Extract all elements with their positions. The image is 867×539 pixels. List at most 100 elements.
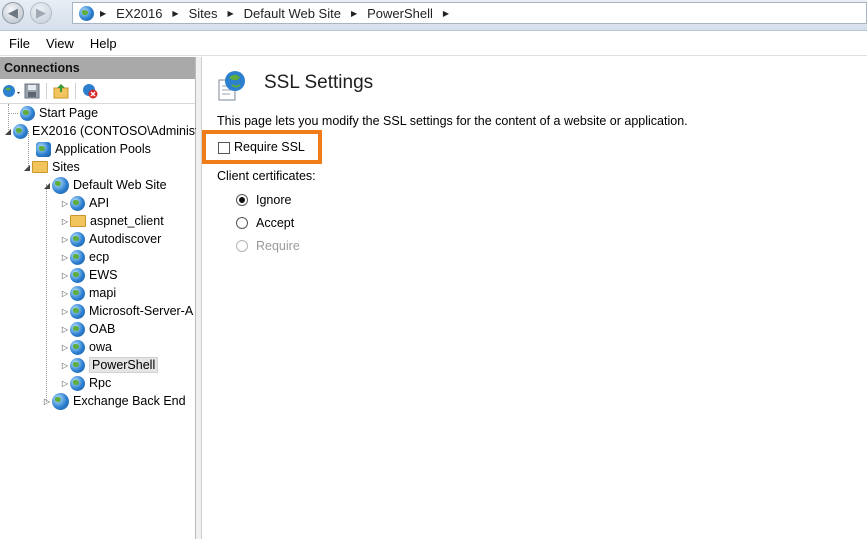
breadcrumb-item[interactable]: Sites bbox=[189, 6, 218, 21]
expand-arrow-icon[interactable]: ▷ bbox=[60, 271, 70, 280]
connections-header: Connections bbox=[0, 57, 195, 79]
tree-item-label: Rpc bbox=[89, 376, 112, 390]
disconnect-icon[interactable] bbox=[82, 83, 98, 99]
tree-item-aspnet-client[interactable]: ▷ aspnet_client bbox=[60, 212, 164, 230]
forward-button[interactable]: ▶ bbox=[30, 2, 52, 24]
tree-item-label: Sites bbox=[52, 160, 80, 174]
radio-label[interactable]: Ignore bbox=[256, 193, 291, 207]
application-pools-icon bbox=[36, 141, 51, 157]
menu-file[interactable]: File bbox=[0, 36, 37, 51]
expand-arrow-icon[interactable]: ▷ bbox=[60, 217, 70, 226]
tree-item-default-web-site[interactable]: ◢ Default Web Site bbox=[42, 176, 167, 194]
back-arrow-icon: ◀ bbox=[8, 5, 18, 20]
breadcrumb-item[interactable]: EX2016 bbox=[116, 6, 162, 21]
tree-item-start-page[interactable]: Start Page bbox=[8, 104, 98, 122]
tree-item-ecp[interactable]: ▷ ecp bbox=[60, 248, 109, 266]
application-icon bbox=[70, 303, 85, 319]
expand-arrow-icon[interactable]: ▷ bbox=[60, 379, 70, 388]
tree-item-label: EX2016 (CONTOSO\Administ bbox=[32, 124, 199, 138]
page-description: This page lets you modify the SSL settin… bbox=[217, 114, 688, 128]
radio-label[interactable]: Accept bbox=[256, 216, 294, 230]
expand-arrow-icon[interactable]: ▷ bbox=[60, 199, 70, 208]
tree-item-api[interactable]: ▷ API bbox=[60, 194, 109, 212]
tree-item-ews[interactable]: ▷ EWS bbox=[60, 266, 117, 284]
tree-item-label: API bbox=[89, 196, 110, 210]
tree-item-label: EWS bbox=[89, 268, 118, 282]
connections-toolbar bbox=[0, 79, 195, 104]
client-certificates-label: Client certificates: bbox=[217, 169, 316, 183]
tree-item-label: Microsoft-Server-A bbox=[89, 304, 194, 318]
tree-item-oab[interactable]: ▷ OAB bbox=[60, 320, 115, 338]
expand-arrow-icon[interactable]: ▷ bbox=[60, 325, 70, 334]
require-ssl-checkbox[interactable] bbox=[218, 142, 230, 154]
expand-arrow-icon[interactable]: ▷ bbox=[60, 343, 70, 352]
expand-arrow-icon[interactable]: ▷ bbox=[60, 253, 70, 262]
address-toolbar: ◀ ▶ ▶ EX2016 ▶ Sites ▶ Default Web Site … bbox=[0, 0, 867, 31]
expand-arrow-icon[interactable]: ▷ bbox=[42, 397, 52, 406]
menu-view[interactable]: View bbox=[37, 36, 81, 51]
toolbar-divider bbox=[75, 83, 76, 99]
tree-item-server[interactable]: ◢ EX2016 (CONTOSO\Administ bbox=[3, 122, 199, 140]
expand-arrow-icon[interactable]: ▷ bbox=[60, 307, 70, 316]
server-icon bbox=[13, 123, 28, 139]
tree-item-label: ecp bbox=[89, 250, 110, 264]
connections-panel: Connections Start Page ◢ EX2016 (CONTOSO… bbox=[0, 57, 199, 539]
collapse-arrow-icon[interactable]: ◢ bbox=[42, 181, 52, 190]
sites-folder-icon bbox=[32, 161, 48, 173]
application-icon bbox=[70, 285, 85, 301]
menu-bar: File View Help bbox=[0, 31, 867, 56]
tree-item-microsoft-server-a[interactable]: ▷ Microsoft-Server-A bbox=[60, 302, 193, 320]
tree-item-label: aspnet_client bbox=[90, 214, 164, 228]
tree-item-label: Exchange Back End bbox=[73, 394, 186, 408]
ssl-settings-icon bbox=[218, 70, 246, 102]
tree-item-mapi[interactable]: ▷ mapi bbox=[60, 284, 116, 302]
radio-button[interactable] bbox=[236, 217, 248, 229]
globe-icon bbox=[79, 5, 94, 21]
collapse-arrow-icon[interactable]: ◢ bbox=[22, 163, 32, 172]
expand-arrow-icon[interactable]: ▷ bbox=[60, 289, 70, 298]
tree-connector bbox=[8, 112, 18, 114]
expand-arrow-icon[interactable]: ▷ bbox=[60, 235, 70, 244]
tree-item-exchange-back-end[interactable]: ▷ Exchange Back End bbox=[42, 392, 186, 410]
application-icon bbox=[70, 339, 85, 355]
application-icon bbox=[70, 267, 85, 283]
tree-item-label: Application Pools bbox=[55, 142, 151, 156]
tree-item-label: OAB bbox=[89, 322, 116, 336]
application-icon bbox=[70, 357, 85, 373]
breadcrumb-item[interactable]: PowerShell bbox=[367, 6, 433, 21]
tree-guide bbox=[46, 184, 47, 402]
chevron-right-icon: ▶ bbox=[172, 8, 179, 18]
application-icon bbox=[70, 321, 85, 337]
require-ssl-highlight: Require SSL bbox=[202, 130, 322, 164]
tree-item-powershell[interactable]: ▷ PowerShell bbox=[60, 356, 159, 374]
tree-item-label-selected: PowerShell bbox=[89, 357, 159, 373]
application-icon bbox=[70, 195, 85, 211]
toolbar-divider bbox=[46, 83, 47, 99]
breadcrumb-item[interactable]: Default Web Site bbox=[244, 6, 341, 21]
application-icon bbox=[70, 249, 85, 265]
chevron-right-icon: ▶ bbox=[100, 8, 107, 18]
radio-ignore[interactable]: Ignore bbox=[236, 193, 291, 207]
chevron-right-icon: ▶ bbox=[442, 8, 450, 18]
address-bar[interactable]: ▶ EX2016 ▶ Sites ▶ Default Web Site ▶ Po… bbox=[72, 2, 867, 24]
expand-arrow-icon[interactable]: ▷ bbox=[60, 361, 70, 370]
tree-item-rpc[interactable]: ▷ Rpc bbox=[60, 374, 111, 392]
up-folder-icon[interactable] bbox=[53, 83, 69, 99]
connect-globe-icon[interactable] bbox=[2, 83, 20, 99]
collapse-arrow-icon[interactable]: ◢ bbox=[3, 127, 13, 136]
radio-accept[interactable]: Accept bbox=[236, 216, 294, 230]
ssl-settings-page: SSL Settings This page lets you modify t… bbox=[202, 57, 867, 539]
tree-item-autodiscover[interactable]: ▷ Autodiscover bbox=[60, 230, 161, 248]
tree-item-label: Default Web Site bbox=[73, 178, 167, 192]
radio-button-selected[interactable] bbox=[236, 194, 248, 206]
website-globe-icon bbox=[52, 392, 69, 410]
menu-help[interactable]: Help bbox=[81, 36, 124, 51]
tree-item-label: Autodiscover bbox=[89, 232, 162, 246]
application-icon bbox=[70, 231, 85, 247]
save-icon[interactable] bbox=[24, 83, 40, 99]
tree-item-application-pools[interactable]: Application Pools bbox=[36, 140, 151, 158]
tree-item-owa[interactable]: ▷ owa bbox=[60, 338, 112, 356]
tree-item-sites[interactable]: ◢ Sites bbox=[22, 158, 80, 176]
require-ssl-label[interactable]: Require SSL bbox=[234, 140, 305, 154]
back-button[interactable]: ◀ bbox=[2, 2, 24, 24]
